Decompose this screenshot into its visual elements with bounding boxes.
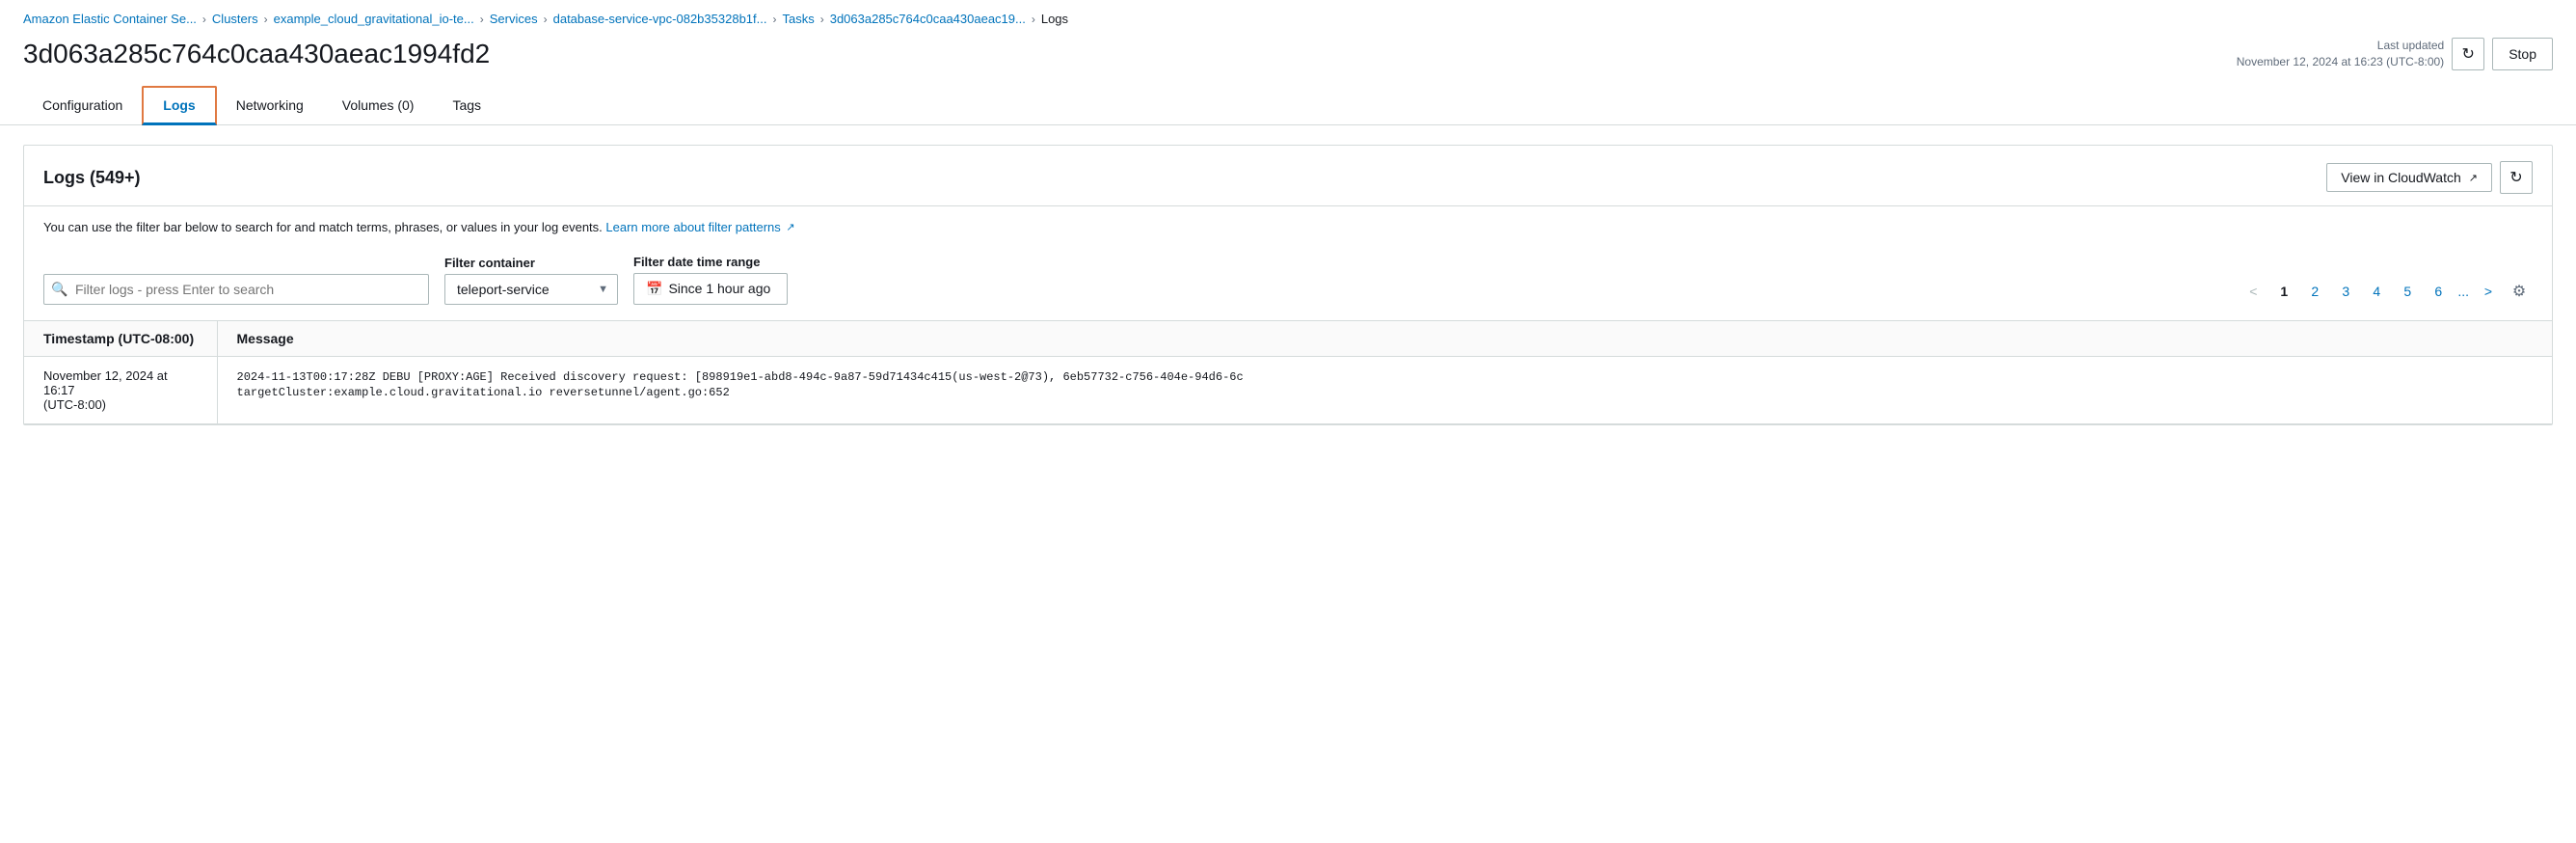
- pagination-page-3[interactable]: 3: [2332, 278, 2359, 305]
- breadcrumb-sep-2: ›: [480, 13, 484, 26]
- tab-tags[interactable]: Tags: [433, 86, 500, 125]
- logs-count-value: (549+): [90, 168, 141, 187]
- calendar-icon: 📅: [646, 281, 662, 297]
- tab-volumes[interactable]: Volumes (0): [323, 86, 434, 125]
- breadcrumb-sep-0: ›: [202, 13, 206, 26]
- breadcrumb-sep-5: ›: [820, 13, 824, 26]
- filter-container-select-wrapper: teleport-service ▼: [444, 274, 618, 305]
- filter-date-button[interactable]: 📅 Since 1 hour ago: [633, 273, 788, 305]
- filter-date-group: Filter date time range 📅 Since 1 hour ag…: [633, 255, 788, 305]
- page-wrapper: Amazon Elastic Container Se... › Cluster…: [0, 0, 2576, 843]
- tab-networking[interactable]: Networking: [217, 86, 323, 125]
- logs-header-actions: View in CloudWatch ↗ ↻: [2326, 161, 2533, 194]
- search-wrapper: 🔍: [43, 274, 429, 305]
- cell-timestamp: November 12, 2024 at 16:17 (UTC-8:00): [24, 356, 217, 423]
- pagination-ellipsis: ...: [2455, 284, 2471, 299]
- breadcrumb-current: Logs: [1041, 12, 1068, 26]
- pagination-page-1[interactable]: 1: [2270, 278, 2297, 305]
- filter-date-value: Since 1 hour ago: [668, 281, 770, 296]
- pagination-page-5[interactable]: 5: [2394, 278, 2421, 305]
- breadcrumb-item-4[interactable]: database-service-vpc-082b35328b1f...: [553, 12, 767, 26]
- logs-description: You can use the filter bar below to sear…: [24, 206, 2552, 245]
- page-header: 3d063a285c764c0caa430aeac1994fd2 Last up…: [0, 34, 2576, 86]
- breadcrumb-item-5[interactable]: Tasks: [782, 12, 814, 26]
- table-row: November 12, 2024 at 16:17 (UTC-8:00)202…: [24, 356, 2552, 423]
- breadcrumb-item-0[interactable]: Amazon Elastic Container Se...: [23, 12, 197, 26]
- pagination-next[interactable]: >: [2475, 278, 2502, 305]
- breadcrumb-item-2[interactable]: example_cloud_gravitational_io-te...: [274, 12, 474, 26]
- logs-refresh-icon: ↻: [2509, 168, 2522, 187]
- logs-table: Timestamp (UTC-08:00) Message November 1…: [24, 320, 2552, 424]
- filter-container-label: Filter container: [444, 256, 618, 270]
- filter-patterns-ext-icon: ↗: [786, 220, 794, 236]
- breadcrumb: Amazon Elastic Container Se... › Cluster…: [0, 0, 2576, 34]
- pagination-page-4[interactable]: 4: [2363, 278, 2390, 305]
- col-timestamp: Timestamp (UTC-08:00): [24, 320, 217, 356]
- filter-patterns-link[interactable]: Learn more about filter patterns ↗: [605, 220, 794, 234]
- view-cloudwatch-label: View in CloudWatch: [2341, 170, 2461, 185]
- logs-title-group: Logs (549+): [43, 168, 141, 188]
- stop-button[interactable]: Stop: [2492, 38, 2553, 70]
- tab-configuration[interactable]: Configuration: [23, 86, 142, 125]
- breadcrumb-sep-1: ›: [264, 13, 268, 26]
- breadcrumb-item-1[interactable]: Clusters: [212, 12, 258, 26]
- page-title: 3d063a285c764c0caa430aeac1994fd2: [23, 39, 490, 69]
- pagination-prev[interactable]: <: [2240, 278, 2267, 305]
- filter-container-group: Filter container teleport-service ▼: [444, 256, 618, 305]
- stop-label: Stop: [2509, 46, 2536, 62]
- col-message: Message: [217, 320, 2552, 356]
- tabs-container: Configuration Logs Networking Volumes (0…: [0, 86, 2576, 125]
- logs-title: Logs: [43, 168, 90, 187]
- tab-logs[interactable]: Logs: [142, 86, 216, 125]
- filter-date-label: Filter date time range: [633, 255, 788, 269]
- pagination-settings-icon[interactable]: ⚙: [2506, 278, 2533, 305]
- last-updated-text: Last updated November 12, 2024 at 16:23 …: [2237, 38, 2444, 70]
- filter-row: 🔍 Filter container teleport-service ▼: [24, 245, 2552, 320]
- table-header-row: Timestamp (UTC-08:00) Message: [24, 320, 2552, 356]
- logs-panel: Logs (549+) View in CloudWatch ↗ ↻ You c…: [23, 145, 2553, 425]
- breadcrumb-item-6[interactable]: 3d063a285c764c0caa430aeac19...: [830, 12, 1026, 26]
- breadcrumb-sep-6: ›: [1032, 13, 1035, 26]
- filter-logs-input[interactable]: [43, 274, 429, 305]
- pagination: < 1 2 3 4 5 6 ... > ⚙: [2240, 278, 2533, 305]
- logs-panel-header: Logs (549+) View in CloudWatch ↗ ↻: [24, 146, 2552, 206]
- pagination-page-6[interactable]: 6: [2425, 278, 2452, 305]
- cell-message: 2024-11-13T00:17:28Z DEBU [PROXY:AGE] Re…: [217, 356, 2552, 423]
- refresh-button[interactable]: ↻: [2452, 38, 2484, 70]
- external-link-icon: ↗: [2469, 172, 2478, 184]
- filter-container-select[interactable]: teleport-service: [444, 274, 618, 305]
- view-cloudwatch-button[interactable]: View in CloudWatch ↗: [2326, 163, 2492, 192]
- header-actions: Last updated November 12, 2024 at 16:23 …: [2237, 38, 2553, 70]
- breadcrumb-sep-3: ›: [544, 13, 548, 26]
- breadcrumb-item-3[interactable]: Services: [490, 12, 538, 26]
- logs-refresh-button[interactable]: ↻: [2500, 161, 2533, 194]
- filter-search-group: 🔍: [43, 274, 429, 305]
- refresh-icon: ↻: [2461, 44, 2474, 64]
- content-area: Logs (549+) View in CloudWatch ↗ ↻ You c…: [0, 145, 2576, 425]
- pagination-page-2[interactable]: 2: [2301, 278, 2328, 305]
- breadcrumb-sep-4: ›: [772, 13, 776, 26]
